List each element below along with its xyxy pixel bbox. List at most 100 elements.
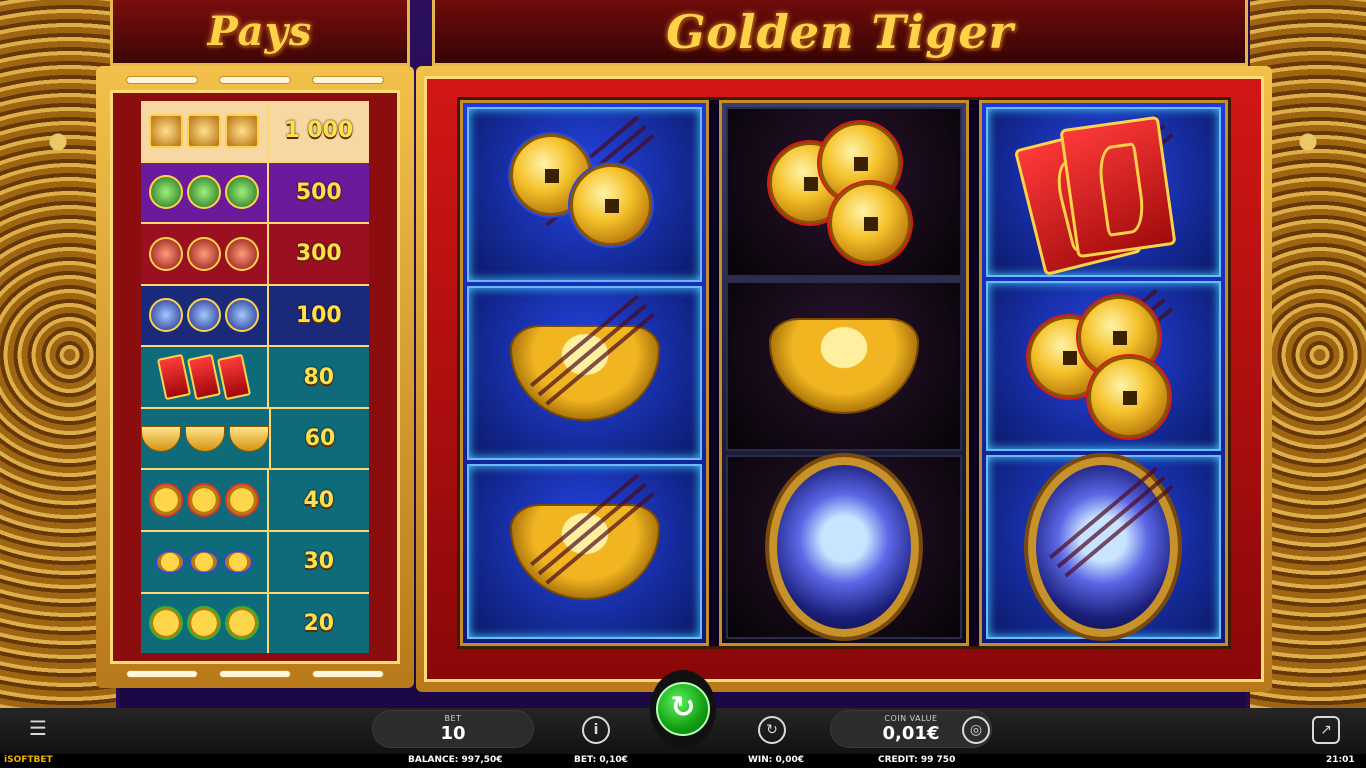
coin-stack-icon[interactable]: ◎: [962, 716, 990, 744]
paytable-value: 80: [303, 364, 335, 390]
paytable-symbols: [141, 162, 269, 223]
game-title-banner: Golden Tiger: [432, 0, 1248, 66]
paytable: 1 000 500 300 100 80 60 40 30 20: [141, 101, 369, 654]
autoplay-icon[interactable]: ↻: [758, 716, 786, 744]
reel-cell: [985, 281, 1221, 451]
info-icon[interactable]: i: [582, 716, 610, 744]
reel-3: [978, 100, 1228, 646]
bet-value: 10: [440, 723, 466, 744]
paytable-row: 20: [141, 593, 369, 654]
coin-value: 0,01€: [882, 723, 940, 744]
coins-blue-icon: [154, 549, 185, 574]
credit-text: CREDIT: 99 750: [878, 755, 956, 765]
light-pill: [219, 76, 291, 84]
paytable-value: 500: [295, 179, 342, 205]
paytable-value: 20: [303, 610, 335, 636]
reel-cell: [467, 107, 703, 282]
paytable-row: 60: [141, 408, 369, 471]
light-pill: [126, 76, 198, 84]
game-title: Golden Tiger: [666, 4, 1014, 59]
status-bar: iSOFTBET BALANCE: 997,50€ BET: 0,10€ WIN…: [0, 754, 1366, 768]
envelope-icon: [216, 353, 251, 401]
reels-frame: [416, 66, 1272, 692]
light-pill: [312, 76, 384, 84]
gold-tiger-icon: [148, 113, 183, 148]
coins-blue-icon: [222, 549, 253, 574]
paytable-value: 30: [303, 549, 335, 575]
bet-text: BET: 0,10€: [574, 755, 628, 765]
paytable-row: 80: [141, 347, 369, 409]
pays-title: Pays: [207, 8, 313, 55]
paytable-symbols: [141, 408, 271, 469]
paytable-panel: 1 000 500 300 100 80 60 40 30 20: [96, 66, 414, 688]
reels-area: [457, 97, 1231, 649]
ingot-icon: [185, 425, 225, 452]
gold-tiger-icon: [186, 113, 221, 148]
blue-tiger-icon: [186, 298, 221, 333]
paytable-value: 300: [295, 241, 342, 267]
coin-green-icon: [186, 606, 221, 641]
paytable-value: 40: [303, 487, 335, 513]
ingot-icon: [141, 425, 181, 452]
reel-cell: [467, 464, 703, 640]
paytable-symbols: [141, 531, 269, 592]
spin-button[interactable]: ↻: [650, 670, 716, 748]
gold-tiger-icon: [224, 113, 259, 148]
green-tiger-icon: [148, 175, 183, 210]
reels-border: [424, 76, 1264, 682]
red-tiger-icon: [224, 236, 259, 271]
coins-blue-icon: [509, 134, 660, 254]
paytable-inner: 1 000 500 300 100 80 60 40 30 20: [110, 90, 400, 664]
paytable-row: 40: [141, 470, 369, 532]
red-tiger-icon: [186, 236, 221, 271]
coins-red-icon: [186, 483, 221, 518]
reel-cell: [726, 455, 962, 639]
coin-green-icon: [224, 606, 259, 641]
paytable-symbols: [141, 101, 269, 161]
paytable-symbols: [141, 285, 269, 346]
paytable-value: 60: [304, 426, 336, 452]
paytable-symbols: [141, 224, 269, 284]
coins-red-icon: [1028, 296, 1178, 438]
paytable-symbols: [141, 470, 269, 530]
external-link-icon[interactable]: ↗: [1312, 716, 1340, 744]
win-text: WIN: 0,00€: [748, 755, 805, 765]
reel-1: [460, 100, 710, 646]
tiger-blue-icon: [1028, 457, 1179, 637]
coins-red-icon: [148, 483, 183, 518]
paytable-value: 100: [295, 302, 342, 328]
envelope-icon: [1014, 115, 1178, 277]
coins-blue-icon: [188, 549, 219, 574]
reel-cell: [726, 107, 962, 277]
ingot-icon: [768, 318, 919, 414]
envelope-icon: [156, 353, 191, 401]
coins-red-icon: [224, 483, 259, 518]
paytable-symbols: [141, 593, 269, 654]
coin-green-icon: [148, 606, 183, 641]
paytable-value: 1 000: [284, 118, 354, 144]
envelope-icon: [186, 353, 221, 401]
tiger-blue-icon: [768, 457, 919, 637]
paytable-row: 30: [141, 531, 369, 594]
blue-tiger-icon: [148, 298, 183, 333]
pays-banner: Pays: [110, 0, 410, 66]
reel-cell: [467, 285, 703, 461]
brand-logo: iSOFTBET: [4, 755, 53, 765]
menu-icon[interactable]: ☰: [24, 716, 52, 744]
clock-text: 21:01: [1326, 755, 1355, 765]
balance-text: BALANCE: 997,50€: [408, 755, 503, 765]
reel-cell: [985, 455, 1221, 639]
reel-cell: [726, 281, 962, 451]
light-pill: [219, 670, 291, 678]
coins-red-icon: [768, 122, 919, 264]
coin-value-label: COIN VALUE: [884, 714, 938, 723]
light-pill: [312, 670, 384, 678]
spin-arrow-icon: ↻: [656, 682, 710, 736]
red-tiger-icon: [148, 236, 183, 271]
green-tiger-icon: [186, 175, 221, 210]
light-pill: [126, 670, 198, 678]
ingot-icon: [229, 425, 269, 452]
paytable-row: 300: [141, 224, 369, 286]
reel-2: [719, 100, 969, 646]
bet-selector[interactable]: BET 10: [372, 710, 534, 748]
